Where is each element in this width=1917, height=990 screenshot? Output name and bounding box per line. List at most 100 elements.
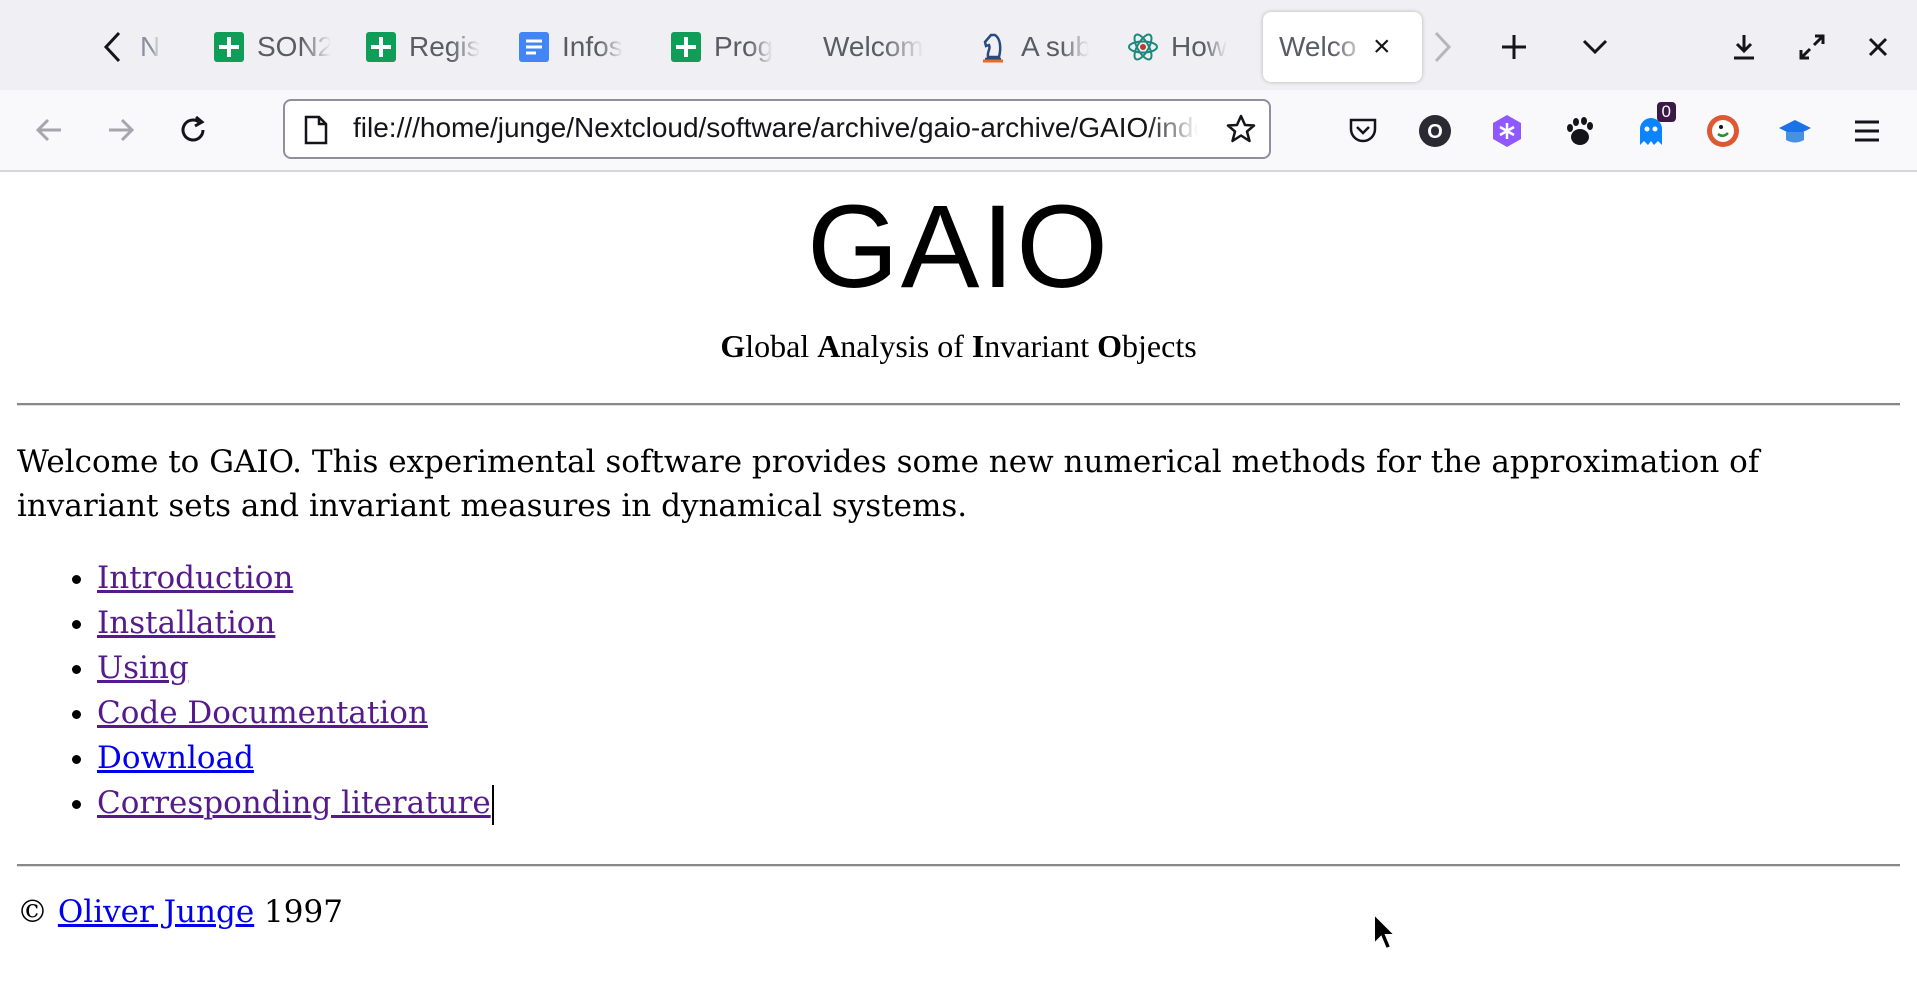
tab-6[interactable]: A sub (977, 12, 1089, 82)
corresponding-literature-link[interactable]: Corresponding literature (97, 785, 491, 821)
arrow-right-icon (109, 118, 135, 142)
pocket-button[interactable] (1340, 108, 1386, 154)
close-tab-icon[interactable]: × (1373, 30, 1391, 64)
tab-1[interactable]: SON2 (213, 12, 331, 82)
page-content: GAIO Global Analysis of Invariant Object… (0, 172, 1917, 990)
extension-ghost-button[interactable]: 0 (1628, 102, 1676, 154)
duckduckgo-icon (1707, 115, 1739, 147)
fullscreen-button[interactable] (1784, 12, 1840, 82)
intro-paragraph: Welcome to GAIO. This experimental softw… (17, 444, 1760, 524)
list-item: Using (97, 646, 494, 691)
tab-bar: N SON2 Regis Infos Prog Welcom A sub How… (0, 0, 1917, 90)
close-icon (1868, 37, 1888, 57)
download-icon (1734, 35, 1754, 60)
code-documentation-link[interactable]: Code Documentation (97, 695, 428, 731)
tab-label: A sub (1021, 31, 1089, 62)
divider-bottom (17, 864, 1900, 867)
tab-7[interactable]: How (1127, 12, 1239, 82)
chevron-down-icon (1582, 39, 1608, 55)
subtitle-initial: A (817, 328, 841, 364)
maximize-icon (1799, 34, 1825, 60)
tab-8-active[interactable]: Welco × (1263, 12, 1422, 82)
tab-label: Regis (409, 31, 480, 62)
footer: © Oliver Junge 1997 (17, 894, 343, 930)
subtitle-initial: I (971, 328, 985, 364)
tab-label: N (140, 31, 161, 62)
reload-button[interactable] (167, 104, 219, 156)
subtitle-rest: lobal (745, 328, 818, 364)
divider-top (17, 403, 1900, 406)
extension-paw-button[interactable] (1556, 108, 1602, 154)
gaio-logo: GAIO (806, 181, 1111, 313)
tab-4[interactable]: Prog (670, 12, 782, 82)
downloads-button[interactable] (1716, 12, 1772, 82)
o-extension-icon: O (1419, 115, 1451, 147)
subtitle-rest: nvariant (984, 328, 1098, 364)
extension-graduation-button[interactable] (1772, 108, 1818, 154)
tab-label: How (1171, 31, 1228, 62)
using-link[interactable]: Using (97, 650, 189, 686)
graduation-cap-icon (1779, 120, 1811, 143)
chevron-right-icon (1434, 31, 1452, 63)
list-item: Code Documentation (97, 691, 494, 736)
svg-text:O: O (1427, 121, 1443, 143)
tab-label: Infos (562, 31, 623, 62)
pocket-icon (1349, 118, 1377, 143)
text-caret (491, 784, 494, 825)
new-tab-button[interactable] (1486, 12, 1542, 82)
tab-3[interactable]: Infos (518, 12, 633, 82)
asterisk-extension-icon (1493, 115, 1521, 147)
page-icon (303, 115, 329, 150)
tab-2[interactable]: Regis (365, 12, 480, 82)
gnome-foot-icon (1567, 117, 1593, 145)
google-sheets-icon (213, 31, 245, 63)
tab-label: Prog (714, 31, 774, 62)
scroll-tabs-left-button[interactable] (88, 12, 138, 82)
tab-5[interactable]: Welcom (823, 12, 938, 82)
tab-label: Welcom (823, 31, 924, 62)
back-button[interactable] (23, 104, 75, 156)
list-all-tabs-button[interactable] (1567, 12, 1623, 82)
installation-link[interactable]: Installation (97, 605, 275, 641)
copyright-year: 1997 (264, 894, 343, 930)
close-window-button[interactable] (1850, 12, 1906, 82)
hamburger-menu-icon (1855, 120, 1879, 142)
navigation-toolbar: file:///home/junge/Nextcloud/software/ar… (0, 90, 1917, 172)
subtitle-initial: G (720, 328, 746, 364)
download-link[interactable]: Download (97, 740, 254, 776)
google-docs-icon (518, 31, 550, 63)
url-text[interactable]: file:///home/junge/Nextcloud/software/ar… (353, 112, 1198, 144)
duckduckgo-button[interactable] (1700, 108, 1746, 154)
subtitle-rest: nalysis of (840, 328, 972, 364)
copyright-symbol: © (17, 894, 48, 930)
introduction-link[interactable]: Introduction (97, 560, 293, 596)
forward-button[interactable] (95, 104, 147, 156)
extension-asterisk-button[interactable] (1484, 108, 1530, 154)
list-item: Installation (97, 601, 494, 646)
scroll-tabs-right-button[interactable] (1417, 12, 1467, 82)
address-bar[interactable]: file:///home/junge/Nextcloud/software/ar… (283, 99, 1271, 159)
subtitle-rest: bjects (1122, 328, 1197, 364)
list-item: Corresponding literature (97, 781, 494, 826)
list-item: Download (97, 736, 494, 781)
plus-icon (1502, 35, 1526, 59)
link-list: Introduction Installation Using Code Doc… (17, 556, 494, 826)
chevron-left-icon (103, 31, 121, 63)
tab-label: Welco (1279, 31, 1357, 62)
list-item: Introduction (97, 556, 494, 601)
app-menu-button[interactable] (1844, 108, 1890, 154)
extension-badge: 0 (1656, 102, 1676, 122)
chess-knight-icon (977, 31, 1009, 63)
bookmark-star-icon[interactable] (1225, 113, 1257, 150)
extension-o-button[interactable]: O (1412, 108, 1458, 154)
author-link[interactable]: Oliver Junge (58, 894, 254, 930)
page-subtitle: Global Analysis of Invariant Objects (0, 328, 1917, 365)
reload-icon (181, 115, 205, 142)
subtitle-initial: O (1097, 328, 1123, 364)
tab-0[interactable]: N (140, 12, 180, 82)
google-sheets-icon (670, 31, 702, 63)
atom-icon (1127, 31, 1159, 63)
arrow-left-icon (35, 118, 61, 142)
tab-label: SON2 (257, 31, 331, 62)
mouse-pointer-icon (1373, 912, 1398, 951)
